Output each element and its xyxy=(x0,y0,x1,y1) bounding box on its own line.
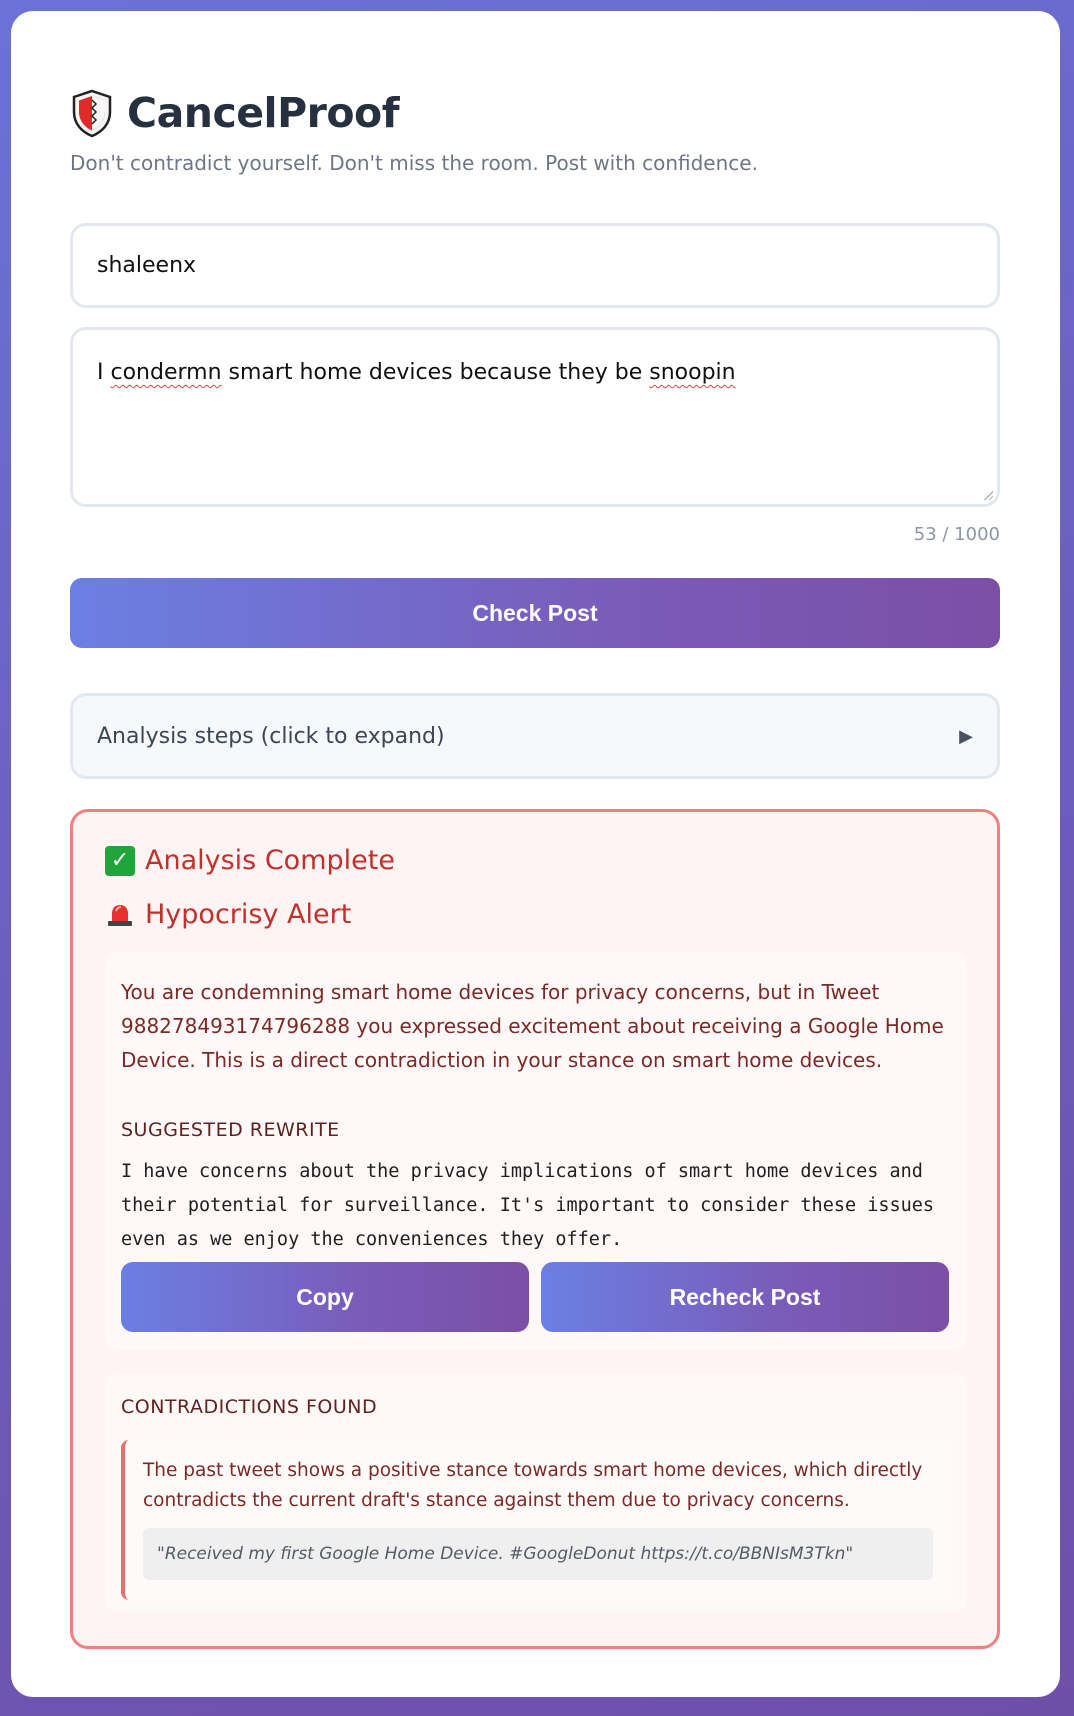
brand-header: CancelProof xyxy=(70,85,1000,141)
past-tweet-quote: "Received my first Google Home Device. #… xyxy=(143,1528,933,1580)
misspelled-word: snoopin xyxy=(649,360,736,385)
triangle-right-icon: ▶ xyxy=(959,725,973,747)
hypocrisy-alert-heading: Hypocrisy Alert xyxy=(105,899,351,930)
alert-explanation: You are condemning smart home devices fo… xyxy=(121,980,944,1072)
suggested-rewrite-heading: SUGGESTED REWRITE xyxy=(121,1119,340,1141)
shield-icon xyxy=(70,88,114,138)
siren-icon xyxy=(105,902,135,928)
contradiction-item: The past tweet shows a positive stance t… xyxy=(121,1440,951,1600)
suggested-rewrite-text: I have concerns about the privacy implic… xyxy=(121,1161,935,1250)
check-post-button[interactable]: Check Post xyxy=(70,578,1000,648)
analysis-steps-label: Analysis steps (click to expand) xyxy=(97,723,445,749)
contradictions-section: CONTRADICTIONS FOUND The past tweet show… xyxy=(105,1374,967,1612)
recheck-post-button[interactable]: Recheck Post xyxy=(541,1262,949,1332)
character-counter: 53 / 1000 xyxy=(913,524,1000,545)
draft-text: I condermn smart home devices because th… xyxy=(97,360,736,385)
draft-textarea[interactable]: I condermn smart home devices because th… xyxy=(70,327,1000,507)
check-mark-icon: ✓ xyxy=(105,845,135,876)
result-panel: ✓ Analysis Complete Hypocrisy Alert You … xyxy=(70,809,1000,1649)
username-input[interactable]: shaleenx xyxy=(70,223,1000,308)
username-value: shaleenx xyxy=(97,253,197,278)
contradictions-heading: CONTRADICTIONS FOUND xyxy=(121,1396,378,1418)
alert-details: You are condemning smart home devices fo… xyxy=(105,952,967,1350)
tagline: Don't contradict yourself. Don't miss th… xyxy=(70,151,758,175)
analysis-complete-heading: ✓ Analysis Complete xyxy=(105,845,395,876)
app-title: CancelProof xyxy=(127,89,400,137)
copy-button[interactable]: Copy xyxy=(121,1262,529,1332)
resize-handle[interactable] xyxy=(983,490,993,500)
misspelled-word: condermn xyxy=(110,360,222,385)
main-card: CancelProof Don't contradict yourself. D… xyxy=(11,11,1060,1697)
contradiction-explanation: The past tweet shows a positive stance t… xyxy=(143,1460,923,1511)
analysis-steps-toggle[interactable]: Analysis steps (click to expand) ▶ xyxy=(70,693,1000,779)
